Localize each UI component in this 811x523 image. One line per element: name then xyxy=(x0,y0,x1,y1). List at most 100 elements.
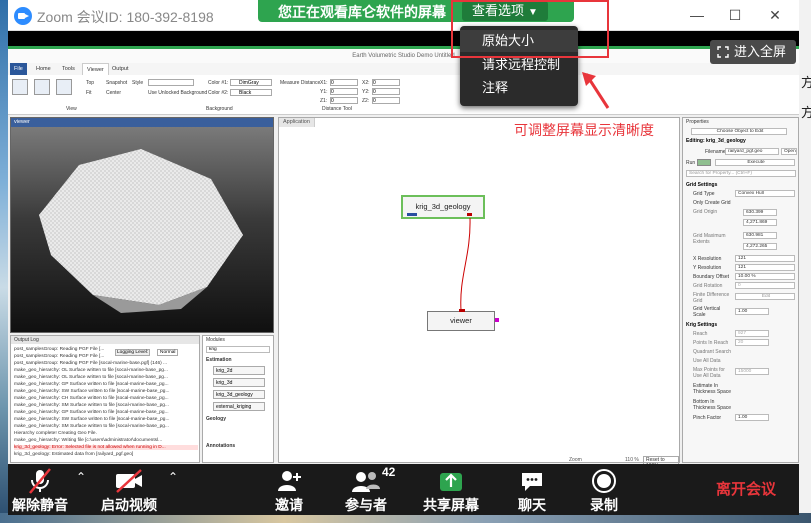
logging-level-select[interactable]: Normal xyxy=(157,349,179,356)
viewer-panel: viewer xyxy=(10,117,274,333)
choose-object-button[interactable]: Choose Object to Edit xyxy=(691,128,787,135)
filename-field[interactable]: railyard_pgf.geo xyxy=(725,148,779,155)
invite-button[interactable]: 邀请 xyxy=(264,464,314,515)
geology-heading[interactable]: Geology xyxy=(206,416,226,422)
x2-field[interactable]: 0 xyxy=(372,79,400,86)
boundary-offset-field[interactable]: 10.00 % xyxy=(735,273,795,280)
log-line: post_samplesGroup: Reading PGF File [... xyxy=(14,354,105,359)
module-krig-2d[interactable]: krig_2d xyxy=(213,366,265,375)
grid-max-label: Grid Maximum Extents xyxy=(693,233,726,245)
close-button[interactable]: ✕ xyxy=(757,4,793,26)
share-screen-button[interactable]: 共享屏幕 xyxy=(420,464,482,515)
log-line: Hierarchy complete! Creating Geo File. xyxy=(14,431,97,436)
ribbon-fit[interactable]: Fit xyxy=(86,90,92,96)
y2-field[interactable]: 0 xyxy=(372,88,400,95)
run-toggle[interactable] xyxy=(697,159,711,166)
zoom-window: Zoom 会议ID: 180-392-8198 — ☐ ✕ Earth Volu… xyxy=(8,0,799,515)
tab-file[interactable]: File xyxy=(10,63,27,75)
color1-select[interactable]: DimGray xyxy=(230,79,272,86)
tab-tools[interactable]: Tools xyxy=(58,63,79,75)
z1-field[interactable]: 0 xyxy=(330,97,358,104)
points-in-reach-field[interactable]: 20 xyxy=(735,339,769,346)
scale-icon[interactable] xyxy=(56,79,72,95)
view-cube-icon[interactable] xyxy=(12,79,28,95)
grid-origin-y[interactable]: 4,271.869 xyxy=(743,219,777,226)
tab-viewer[interactable]: Viewer xyxy=(82,63,109,75)
modules-search-input[interactable]: krig xyxy=(206,346,270,353)
property-search-input[interactable]: Search for Property... (Ctrl+F) xyxy=(686,170,796,177)
start-video-button[interactable]: 启动视频 xyxy=(94,464,164,515)
reset-zoom-button[interactable]: Reset to 100% xyxy=(643,456,679,464)
menu-item-annotate[interactable]: 注释 xyxy=(460,77,578,99)
grid-origin-x[interactable]: 630.399 xyxy=(743,209,777,216)
estimation-heading[interactable]: Estimation xyxy=(206,357,232,363)
module-krig-3d-geology[interactable]: krig_3d_geology xyxy=(213,390,265,399)
module-krig-3d[interactable]: krig_3d xyxy=(213,378,265,387)
ribbon-top[interactable]: Top xyxy=(86,80,94,86)
audio-options-caret-icon[interactable]: ⌃ xyxy=(76,470,86,484)
chat-icon xyxy=(522,473,542,491)
grid-settings-heading[interactable]: Grid Settings xyxy=(686,182,717,188)
properties-title: Properties xyxy=(686,119,709,125)
ribbon-tabs: File Home Tools Viewer Output xyxy=(8,63,799,75)
enter-fullscreen-button[interactable]: 进入全屏 xyxy=(710,40,796,64)
execute-button[interactable]: Execute xyxy=(715,159,795,166)
zoom-status-value: 110 % xyxy=(625,457,639,463)
video-options-caret-icon[interactable]: ⌃ xyxy=(168,470,178,484)
chat-button[interactable]: 聊天 xyxy=(508,464,556,515)
color2-select[interactable]: Black xyxy=(230,89,272,96)
z2-field[interactable]: 0 xyxy=(372,97,400,104)
shared-screen[interactable]: Earth Volumetric Studio Demo Untitled Fi… xyxy=(8,46,799,464)
meeting-toolbar: 解除静音 ⌃ 启动视频 ⌃ 邀请 42 参与者 共享屏幕 聊天 录制 离开会议 xyxy=(8,464,799,515)
open-button[interactable]: Open xyxy=(781,148,797,155)
ribbon-unlocked-bg[interactable]: Use Unlocked Background xyxy=(148,90,207,96)
viewer-canvas[interactable] xyxy=(11,127,273,332)
log-line: post_samplesGroup: Reading PGF File [soc… xyxy=(14,361,168,366)
output-log-title: Output Log xyxy=(11,336,199,344)
grid-type-select[interactable]: Convex Hull xyxy=(735,190,795,197)
tab-home[interactable]: Home xyxy=(32,63,55,75)
unmute-button[interactable]: 解除静音 xyxy=(8,464,72,515)
ribbon-snapshot[interactable]: Snapshot xyxy=(106,80,127,86)
application-tab[interactable]: Application xyxy=(279,118,315,127)
participants-button[interactable]: 42 参与者 xyxy=(338,464,395,515)
zoom-logo-icon xyxy=(14,7,32,25)
grid-max-y[interactable]: 4,272.265 xyxy=(743,243,777,250)
node-viewer[interactable]: viewer xyxy=(427,311,495,331)
ribbon-group-background: Background xyxy=(206,106,233,112)
callout-text: 可调整屏幕显示清晰度 xyxy=(514,122,654,138)
log-line: make_geo_hierarchy: SM Surface written t… xyxy=(14,424,169,429)
y1-field[interactable]: 0 xyxy=(330,88,358,95)
application-panel[interactable]: Application krig_3d_geology viewer Zoom … xyxy=(278,117,680,464)
y-resolution-label: Y Resolution xyxy=(693,265,722,271)
grid-max-x[interactable]: 630.981 xyxy=(743,232,777,239)
leave-meeting-button[interactable]: 离开会议 xyxy=(716,478,776,499)
x1-field[interactable]: 0 xyxy=(330,79,358,86)
viewer-panel-title: viewer xyxy=(11,118,273,127)
annotations-heading[interactable]: Annotations xyxy=(206,443,235,449)
pinch-factor-field[interactable]: 1.00 xyxy=(735,414,769,421)
module-external-kriging[interactable]: external_kriging xyxy=(213,402,265,411)
krig-settings-heading[interactable]: Krig Settings xyxy=(686,322,717,328)
x-resolution-field[interactable]: 121 xyxy=(735,255,795,262)
grid-rotation-label: Grid Rotation xyxy=(693,283,723,289)
azimuth-icon[interactable] xyxy=(34,79,50,95)
ribbon-measure[interactable]: Measure Distance xyxy=(280,80,320,86)
max-points-field[interactable]: 15000 xyxy=(735,368,769,375)
callout-arrow-icon xyxy=(582,72,610,109)
ribbon-center[interactable]: Center xyxy=(106,90,121,96)
reach-field[interactable]: 927 xyxy=(735,330,769,337)
modules-title: Modules xyxy=(206,337,225,343)
minimize-button[interactable]: — xyxy=(679,4,715,26)
finite-difference-edit-button[interactable]: Edit xyxy=(735,293,795,300)
grid-rotation-field[interactable]: 0 xyxy=(735,282,795,289)
record-button[interactable]: 录制 xyxy=(580,464,628,515)
participants-icon xyxy=(352,472,380,492)
vertical-scale-field[interactable]: 1.00 xyxy=(735,308,769,315)
y-resolution-field[interactable]: 121 xyxy=(735,264,795,271)
tab-output[interactable]: Output xyxy=(108,63,133,75)
maximize-button[interactable]: ☐ xyxy=(717,4,753,26)
share-screen-icon xyxy=(440,473,462,491)
style-select[interactable] xyxy=(148,79,194,86)
desktop-background-right: 方 方 xyxy=(799,0,811,523)
